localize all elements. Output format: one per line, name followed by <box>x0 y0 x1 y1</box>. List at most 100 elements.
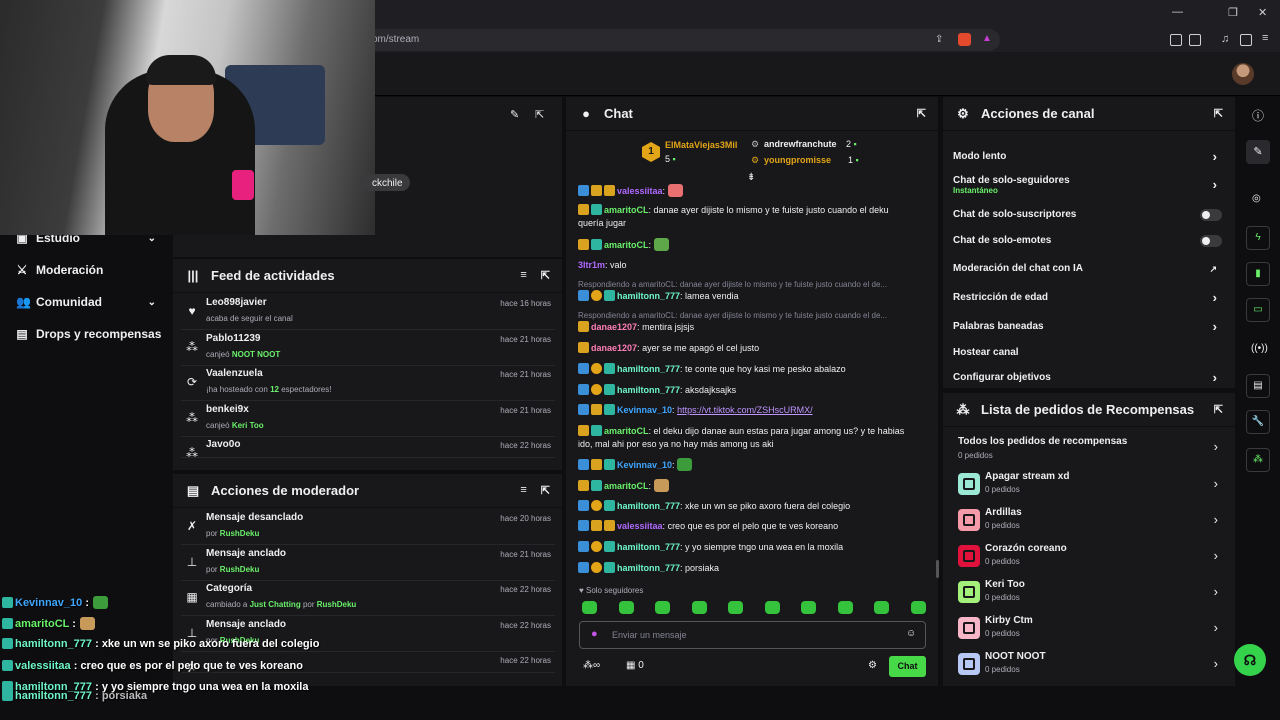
quick-emote-icon[interactable] <box>582 601 597 614</box>
chat-username[interactable]: hamiltonn_777 <box>617 501 680 511</box>
points-rail-icon[interactable]: ⁂ <box>1246 448 1270 472</box>
all-rewards-row[interactable]: Todos los pedidos de recompensas 0 pedid… <box>958 436 1220 464</box>
popout-icon[interactable]: ⇱ <box>917 107 926 120</box>
clip-icon[interactable]: ▮ <box>1246 262 1270 286</box>
feed-username[interactable]: Vaalenzuela <box>206 368 263 379</box>
channel-action-row[interactable]: Configurar objetivos › <box>953 370 1225 385</box>
mod-action-row[interactable]: ▦ Categoría cambiado a Just Chatting por R… <box>181 580 555 617</box>
filter-icon[interactable]: ≡ <box>520 269 526 282</box>
chat-username[interactable]: amaritoCL <box>604 481 649 491</box>
channel-action-row[interactable]: Palabras baneadas › <box>953 319 1225 334</box>
extensions-icon[interactable] <box>1170 34 1182 46</box>
channel-action-row[interactable]: Chat de solo-emotes <box>953 235 1225 247</box>
nav-item-drops[interactable]: ▤ Drops y recompensas <box>16 327 166 341</box>
emote-picker-icon[interactable]: ☺ <box>906 628 916 639</box>
brave-shield-icon[interactable] <box>958 33 971 46</box>
toggle-switch[interactable] <box>1200 209 1222 221</box>
maximize-icon[interactable]: ❐ <box>1228 6 1238 19</box>
wrench-icon[interactable]: 🔧 <box>1246 410 1270 434</box>
popout-icon[interactable]: ⇱ <box>541 269 550 282</box>
chat-username[interactable]: 3ltr1m <box>578 260 605 270</box>
rewards-triangle-icon[interactable]: ▲ <box>982 33 992 44</box>
chat-username[interactable]: Kevinnav_10 <box>617 460 672 470</box>
channel-action-row[interactable]: Chat de solo-seguidores Instantáneo › <box>953 175 1225 195</box>
popout-icon[interactable]: ⇱ <box>535 108 544 121</box>
feed-row[interactable]: ♥ Leo898javier acaba de seguir el canal ha… <box>181 294 555 330</box>
leaderboard-first-name[interactable]: ElMataViejas3Mil <box>665 140 737 150</box>
sidebar-toggle-icon[interactable] <box>1240 34 1252 46</box>
quick-emote-icon[interactable] <box>837 601 853 614</box>
chat-username[interactable]: amaritoCL <box>604 205 649 215</box>
chat-username[interactable]: danae1207 <box>591 343 637 353</box>
media-icon[interactable]: ♫ <box>1221 33 1229 45</box>
channel-action-row[interactable]: Hostear canal <box>953 347 1225 358</box>
quick-emote-icon[interactable] <box>801 601 816 614</box>
external-link-icon[interactable]: ↗ <box>1209 264 1217 275</box>
ad-icon[interactable]: ▤ <box>1246 374 1270 398</box>
popout-icon[interactable]: ⇱ <box>1214 403 1223 416</box>
chat-username[interactable]: amaritoCL <box>604 426 649 436</box>
chat-username[interactable]: hamiltonn_777 <box>617 563 680 573</box>
reward-row[interactable]: Kirby Ctm 0 pedidos › <box>958 614 1220 650</box>
menu-icon[interactable]: ≡ <box>1262 32 1268 44</box>
chat-scrollbar[interactable] <box>936 560 939 578</box>
feed-row[interactable]: ⁂ Pablo11239 canjeó NOOT NOOT hace 21 horas <box>181 330 555 366</box>
feed-row[interactable]: ⁂ Javo0o canjeó Keri Too hace 22 horas <box>181 436 555 459</box>
lightning-icon[interactable]: ϟ <box>1246 226 1270 250</box>
channel-action-row[interactable]: Moderación del chat con IA ↗ <box>953 263 1225 274</box>
broadcast-icon[interactable]: ((•)) <box>1251 343 1268 354</box>
chat-settings-icon[interactable]: ⚙ <box>868 660 877 671</box>
user-avatar[interactable] <box>1232 63 1254 85</box>
share-icon[interactable]: ⇪ <box>935 34 943 45</box>
filter-icon[interactable]: ≡ <box>520 484 526 497</box>
nav-item-comunidad[interactable]: 👥 Comunidad ⌄ <box>16 295 156 309</box>
quick-emote-icon[interactable] <box>874 601 889 614</box>
channel-action-row[interactable]: Modo lento › <box>953 149 1225 164</box>
edit-icon[interactable]: ✎ <box>510 108 519 121</box>
minimize-icon[interactable]: — <box>1172 6 1183 18</box>
chat-rail-icon[interactable]: ▭ <box>1246 298 1270 322</box>
send-chat-button[interactable]: Chat <box>889 656 926 677</box>
quick-emote-icon[interactable] <box>691 601 707 614</box>
reward-row[interactable]: Keri Too 0 pedidos › <box>958 578 1220 614</box>
feed-row[interactable]: ⟳ Vaalenzuela ¡ha hosteado con 12 espectad… <box>181 365 555 402</box>
capture-icon[interactable]: ◎ <box>1252 193 1261 204</box>
nav-item-moderacion[interactable]: ⚔ Moderación <box>16 263 156 277</box>
chat-input[interactable]: ● Enviar un mensaje ☺ <box>579 621 926 649</box>
leaderboard-second-name[interactable]: andrewfranchute <box>764 139 837 149</box>
quick-emote-icon[interactable] <box>728 601 743 614</box>
leaderboard-third-name[interactable]: youngpromisse <box>764 155 831 165</box>
reward-row[interactable]: Ardillas 0 pedidos › <box>958 506 1220 542</box>
quick-emote-icon[interactable] <box>910 601 926 614</box>
chat-username[interactable]: hamiltonn_777 <box>617 364 680 374</box>
toggle-switch[interactable] <box>1200 235 1222 247</box>
chat-username[interactable]: hamiltonn_777 <box>617 542 680 552</box>
edit-rail-icon[interactable]: ✎ <box>1246 140 1270 164</box>
points-counter[interactable]: ▦ 0 <box>626 660 644 671</box>
chat-username[interactable]: hamiltonn_777 <box>617 291 680 301</box>
chat-username[interactable]: danae1207 <box>591 322 637 332</box>
reward-row[interactable]: Apagar stream xd 0 pedidos › <box>958 470 1220 506</box>
quick-emote-icon[interactable] <box>655 601 670 614</box>
close-window-icon[interactable]: ✕ <box>1258 6 1267 19</box>
help-button[interactable]: ☊ <box>1234 644 1266 676</box>
chat-username[interactable]: amaritoCL <box>604 240 649 250</box>
feed-username[interactable]: Javo0o <box>206 439 240 450</box>
reward-row[interactable]: NOOT NOOT 0 pedidos › <box>958 650 1220 686</box>
collapse-leaderboard-icon[interactable]: ⇟ <box>747 172 755 183</box>
feed-username[interactable]: Leo898javier <box>206 297 267 308</box>
mod-action-row[interactable]: ⊥ Mensaje anclado por RushDeku hace 21 hora… <box>181 545 555 581</box>
chat-username[interactable]: valessiitaa <box>617 186 663 196</box>
chat-username[interactable]: Kevinnav_10 <box>617 405 672 415</box>
feed-username[interactable]: Pablo11239 <box>206 333 260 344</box>
feed-row[interactable]: ⁂ benkei9x canjeó Keri Too hace 21 horas <box>181 401 555 437</box>
microphone-icon[interactable]: ● <box>591 628 598 640</box>
wallet-icon[interactable] <box>1189 34 1201 46</box>
info-icon[interactable]: ⓘ <box>1252 107 1264 124</box>
chat-username[interactable]: valessiitaa <box>617 521 663 531</box>
feed-username[interactable]: benkei9x <box>206 404 249 415</box>
channel-action-row[interactable]: Restricción de edad › <box>953 290 1225 305</box>
quick-emote-icon[interactable] <box>764 601 780 614</box>
chat-link[interactable]: https://vt.tiktok.com/ZSHscURMX/ <box>677 405 813 415</box>
reward-row[interactable]: Corazón coreano 0 pedidos › <box>958 542 1220 578</box>
